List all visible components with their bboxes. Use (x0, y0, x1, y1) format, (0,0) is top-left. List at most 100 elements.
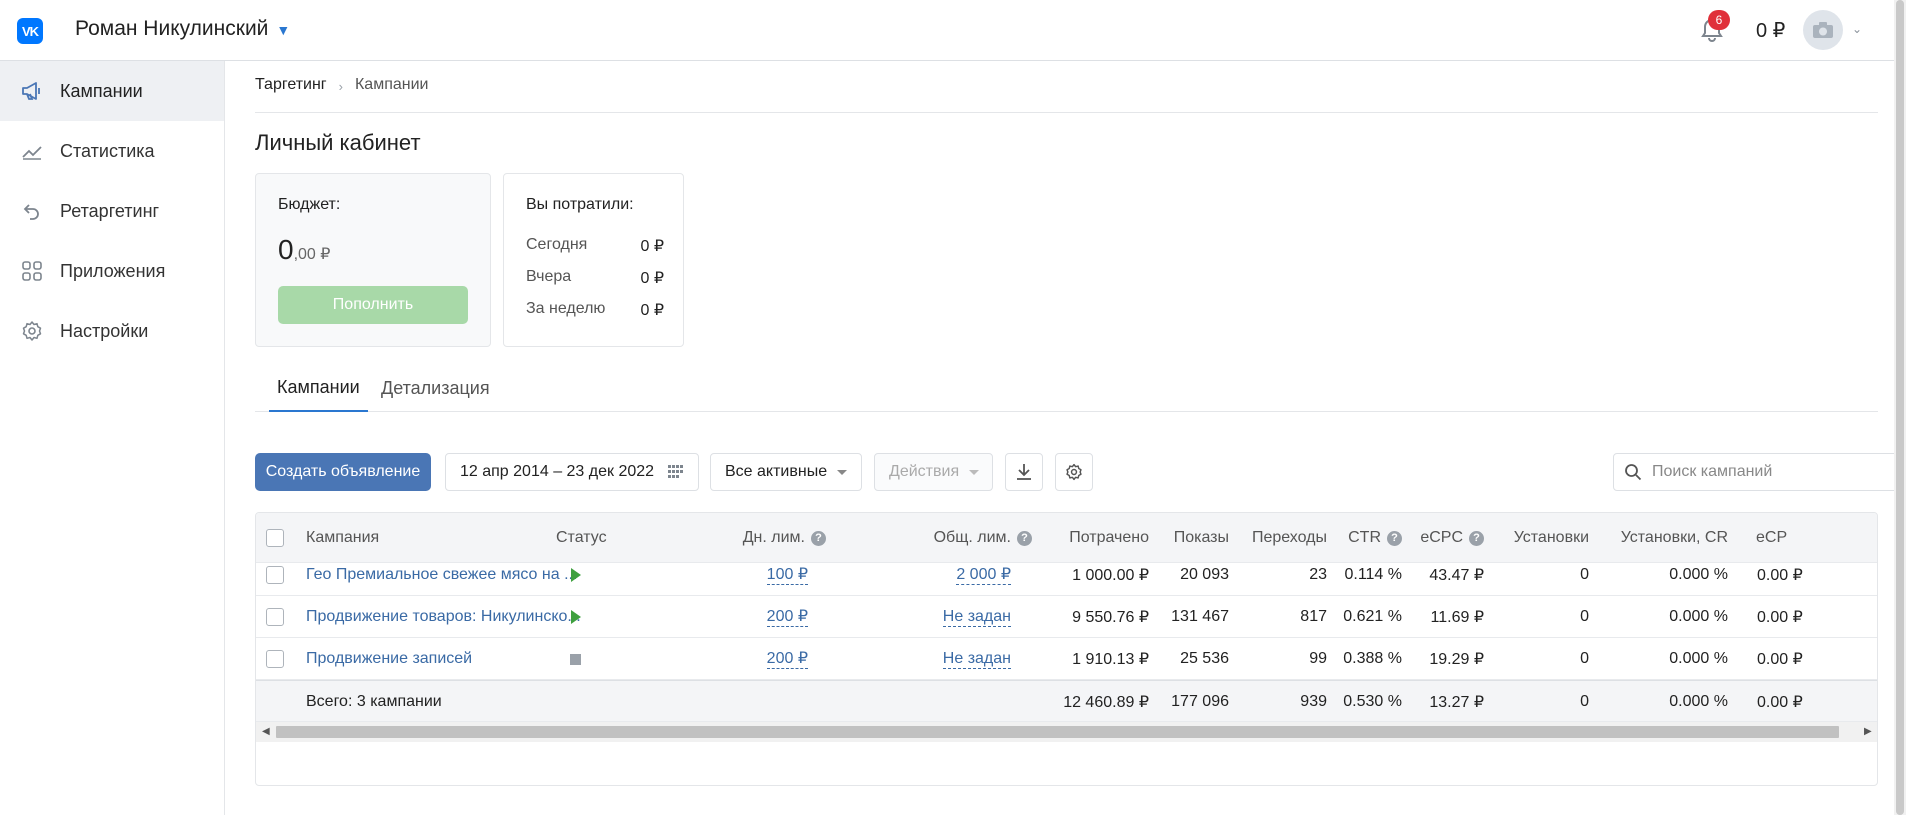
search-box (1613, 453, 1898, 491)
campaign-link[interactable]: Продвижение записей (306, 638, 472, 680)
campaign-link[interactable]: Гео Премиальное свежее мясо на ... (306, 554, 577, 596)
sidebar-item-label: Кампании (60, 80, 143, 101)
budget-amount: 0,00 ₽ (278, 234, 330, 266)
tab-campaigns[interactable]: Кампании (269, 364, 368, 412)
cell-ecpc: 43.47 ₽ (1429, 567, 1484, 584)
scroll-right-icon[interactable]: ▶ (1864, 726, 1872, 737)
cell-clicks: 817 (1300, 608, 1327, 625)
help-icon[interactable]: ? (811, 530, 826, 546)
play-icon[interactable] (571, 568, 581, 582)
sidebar-item-apps[interactable]: Приложения (0, 241, 224, 301)
breadcrumb-root[interactable]: Таргетинг (255, 76, 327, 94)
chevron-down-icon[interactable]: ⌄ (1852, 22, 1862, 36)
actions-label: Действия (889, 463, 960, 480)
spent-period: Вчера (526, 268, 572, 285)
select-all-checkbox[interactable] (266, 529, 284, 547)
spent-period: За неделю (526, 300, 606, 317)
cell-impressions: 131 467 (1171, 608, 1229, 625)
day-limit-link[interactable]: 200 ₽ (766, 608, 808, 627)
notification-badge: 6 (1708, 10, 1730, 30)
total-limit-link[interactable]: 2 000 ₽ (956, 566, 1011, 585)
day-limit-link[interactable]: 100 ₽ (766, 566, 808, 585)
spent-value: 0 ₽ (640, 302, 664, 319)
page-title: Личный кабинет (255, 130, 421, 155)
sidebar-item-campaigns[interactable]: Кампании (0, 61, 224, 121)
help-icon[interactable]: ? (1017, 530, 1032, 546)
spent-value: 0 ₽ (640, 238, 664, 255)
total-impressions: 177 096 (1171, 693, 1229, 710)
cell-spent: 1 000.00 ₽ (1072, 567, 1149, 584)
caret-down-icon (969, 469, 980, 475)
stop-icon[interactable] (570, 653, 581, 665)
total-limit-link[interactable]: Не задан (942, 608, 1011, 627)
breadcrumb: Таргетинг › Кампании (255, 76, 428, 94)
horizontal-scrollbar[interactable]: ◀ ▶ (256, 722, 1877, 742)
cell-ecpi: 0.00 ₽ (1757, 651, 1803, 668)
account-switcher[interactable]: Роман Никулинский ▼ (75, 17, 290, 41)
scrollbar-thumb[interactable] (1896, 0, 1904, 815)
table-settings-button[interactable] (1055, 453, 1093, 491)
date-range-value: 12 апр 2014 – 23 дек 2022 (460, 463, 655, 480)
spent-label: Вы потратили: (526, 196, 634, 213)
help-icon[interactable]: ? (1387, 530, 1402, 546)
trend-chart-icon (20, 139, 44, 163)
breadcrumb-current: Кампании (354, 76, 429, 93)
cell-ctr: 0.621 % (1343, 608, 1402, 625)
top-header: VK Роман Никулинский ▼ 6 0 ₽ ⌄ (0, 0, 1906, 61)
sidebar-item-label: Настройки (60, 320, 149, 341)
main-content: Таргетинг › Кампании Личный кабинет Бюдж… (225, 61, 1906, 815)
date-range-picker[interactable]: 12 апр 2014 – 23 дек 2022 (445, 453, 699, 491)
cell-impressions: 25 536 (1180, 650, 1229, 667)
status-filter-select[interactable]: Все активные (710, 453, 862, 491)
scroll-left-icon[interactable]: ◀ (262, 726, 270, 737)
cell-installs-cr: 0.000 % (1669, 608, 1728, 625)
sidebar-item-retargeting[interactable]: Ретаргетинг (0, 181, 224, 241)
download-button[interactable] (1005, 453, 1043, 491)
status-filter-value: Все активные (725, 463, 828, 480)
total-clicks: 939 (1300, 693, 1327, 710)
spent-value: 0 ₽ (640, 270, 664, 287)
budget-amount-int: 0 (278, 234, 294, 265)
sidebar-item-label: Статистика (60, 140, 155, 161)
budget-card: Бюджет: 0,00 ₽ Пополнить (255, 173, 491, 347)
scrollbar-thumb[interactable] (276, 726, 1839, 738)
topup-button[interactable]: Пополнить (278, 286, 468, 324)
cell-spent: 1 910.13 ₽ (1072, 651, 1149, 668)
total-ctr: 0.530 % (1343, 693, 1402, 710)
sidebar-item-statistics[interactable]: Статистика (0, 121, 224, 181)
vk-logo[interactable]: VK (17, 18, 43, 44)
camera-icon (1813, 22, 1833, 38)
cell-installs: 0 (1580, 566, 1589, 583)
play-icon[interactable] (571, 610, 581, 624)
header-balance: 0 ₽ (1756, 20, 1786, 42)
day-limit-link[interactable]: 200 ₽ (766, 650, 808, 669)
table-row: Продвижение товаров: Никулинско... 200 ₽… (256, 596, 1877, 638)
cell-ecpc: 11.69 ₽ (1430, 609, 1484, 626)
help-icon[interactable]: ? (1469, 530, 1484, 546)
megaphone-icon (20, 79, 44, 103)
campaign-link[interactable]: Продвижение товаров: Никулинско... (306, 596, 581, 638)
row-checkbox[interactable] (266, 608, 284, 626)
cell-clicks: 23 (1309, 566, 1327, 583)
cell-impressions: 20 093 (1180, 566, 1229, 583)
sidebar-item-settings[interactable]: Настройки (0, 301, 224, 361)
total-limit-link[interactable]: Не задан (942, 650, 1011, 669)
total-ecpc: 13.27 ₽ (1429, 694, 1484, 711)
row-checkbox[interactable] (266, 566, 284, 584)
chevron-right-icon: › (338, 79, 343, 94)
table-row: Гео Премиальное свежее мясо на ... 100 ₽… (256, 554, 1877, 596)
create-ad-button[interactable]: Создать объявление (255, 453, 431, 491)
search-input[interactable] (1652, 463, 1882, 481)
actions-select[interactable]: Действия (874, 453, 993, 491)
cell-installs-cr: 0.000 % (1669, 650, 1728, 667)
spent-row-week: За неделю 0 ₽ (526, 300, 664, 320)
tab-details[interactable]: Детализация (381, 364, 490, 412)
row-checkbox[interactable] (266, 650, 284, 668)
vertical-scrollbar[interactable] (1894, 0, 1906, 815)
budget-amount-frac: ,00 ₽ (293, 246, 331, 263)
cell-installs-cr: 0.000 % (1669, 566, 1728, 583)
cell-ctr: 0.114 % (1344, 566, 1402, 583)
total-spent: 12 460.89 ₽ (1063, 694, 1149, 711)
avatar[interactable] (1803, 10, 1843, 50)
caret-down-icon (837, 469, 848, 475)
